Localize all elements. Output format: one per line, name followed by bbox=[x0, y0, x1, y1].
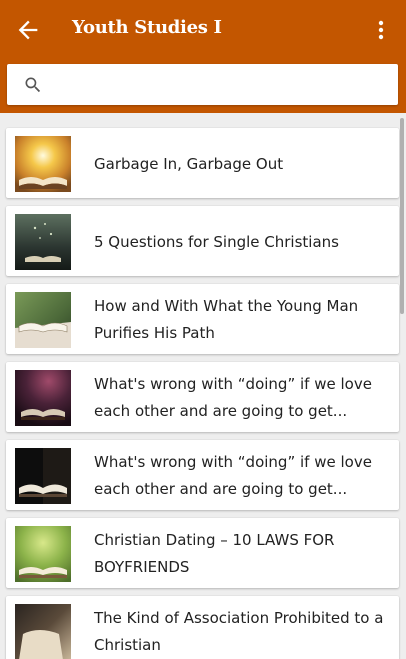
thumbnail-image bbox=[15, 136, 71, 192]
item-title: The Kind of Association Prohibited to a … bbox=[94, 609, 384, 654]
item-title: 5 Questions for Single Christians bbox=[94, 232, 339, 251]
thumbnail-image bbox=[15, 604, 71, 659]
item-title: What's wrong with “doing” if we love eac… bbox=[94, 375, 372, 420]
thumbnail-image bbox=[15, 448, 71, 504]
item-title: Christian Dating – 10 LAWS FOR BOYFRIEND… bbox=[94, 531, 335, 576]
list-item[interactable]: What's wrong with “doing” if we love eac… bbox=[6, 440, 399, 510]
list-item[interactable]: Garbage In, Garbage Out bbox=[6, 128, 399, 198]
list-item[interactable]: 5 Questions for Single Christians bbox=[6, 206, 399, 276]
item-title: What's wrong with “doing” if we love eac… bbox=[94, 453, 372, 498]
search-bar[interactable] bbox=[7, 64, 398, 105]
thumbnail-image bbox=[15, 370, 71, 426]
search-input[interactable] bbox=[57, 70, 387, 99]
list-item[interactable]: How and With What the Young Man Purifies… bbox=[6, 284, 399, 354]
list-item[interactable]: What's wrong with “doing” if we love eac… bbox=[6, 362, 399, 432]
list-item[interactable]: Christian Dating – 10 LAWS FOR BOYFRIEND… bbox=[6, 518, 399, 588]
list-item[interactable]: The Kind of Association Prohibited to a … bbox=[6, 596, 399, 659]
thumbnail-image bbox=[15, 214, 71, 270]
thumbnail-image bbox=[15, 526, 71, 582]
app-title: Youth Studies I bbox=[72, 17, 222, 38]
app-screen: Youth Studies I Garbage In, Garbage Out … bbox=[0, 0, 406, 659]
app-bar: Youth Studies I bbox=[0, 0, 406, 113]
scrollbar[interactable] bbox=[400, 118, 404, 314]
search-icon bbox=[23, 75, 43, 95]
arrow-back-icon[interactable] bbox=[14, 16, 42, 44]
study-list: Garbage In, Garbage Out 5 Questions for … bbox=[0, 113, 406, 659]
item-title: How and With What the Young Man Purifies… bbox=[94, 297, 359, 342]
more-vert-icon[interactable] bbox=[370, 16, 392, 44]
thumbnail-image bbox=[15, 292, 71, 348]
item-title: Garbage In, Garbage Out bbox=[94, 154, 284, 173]
